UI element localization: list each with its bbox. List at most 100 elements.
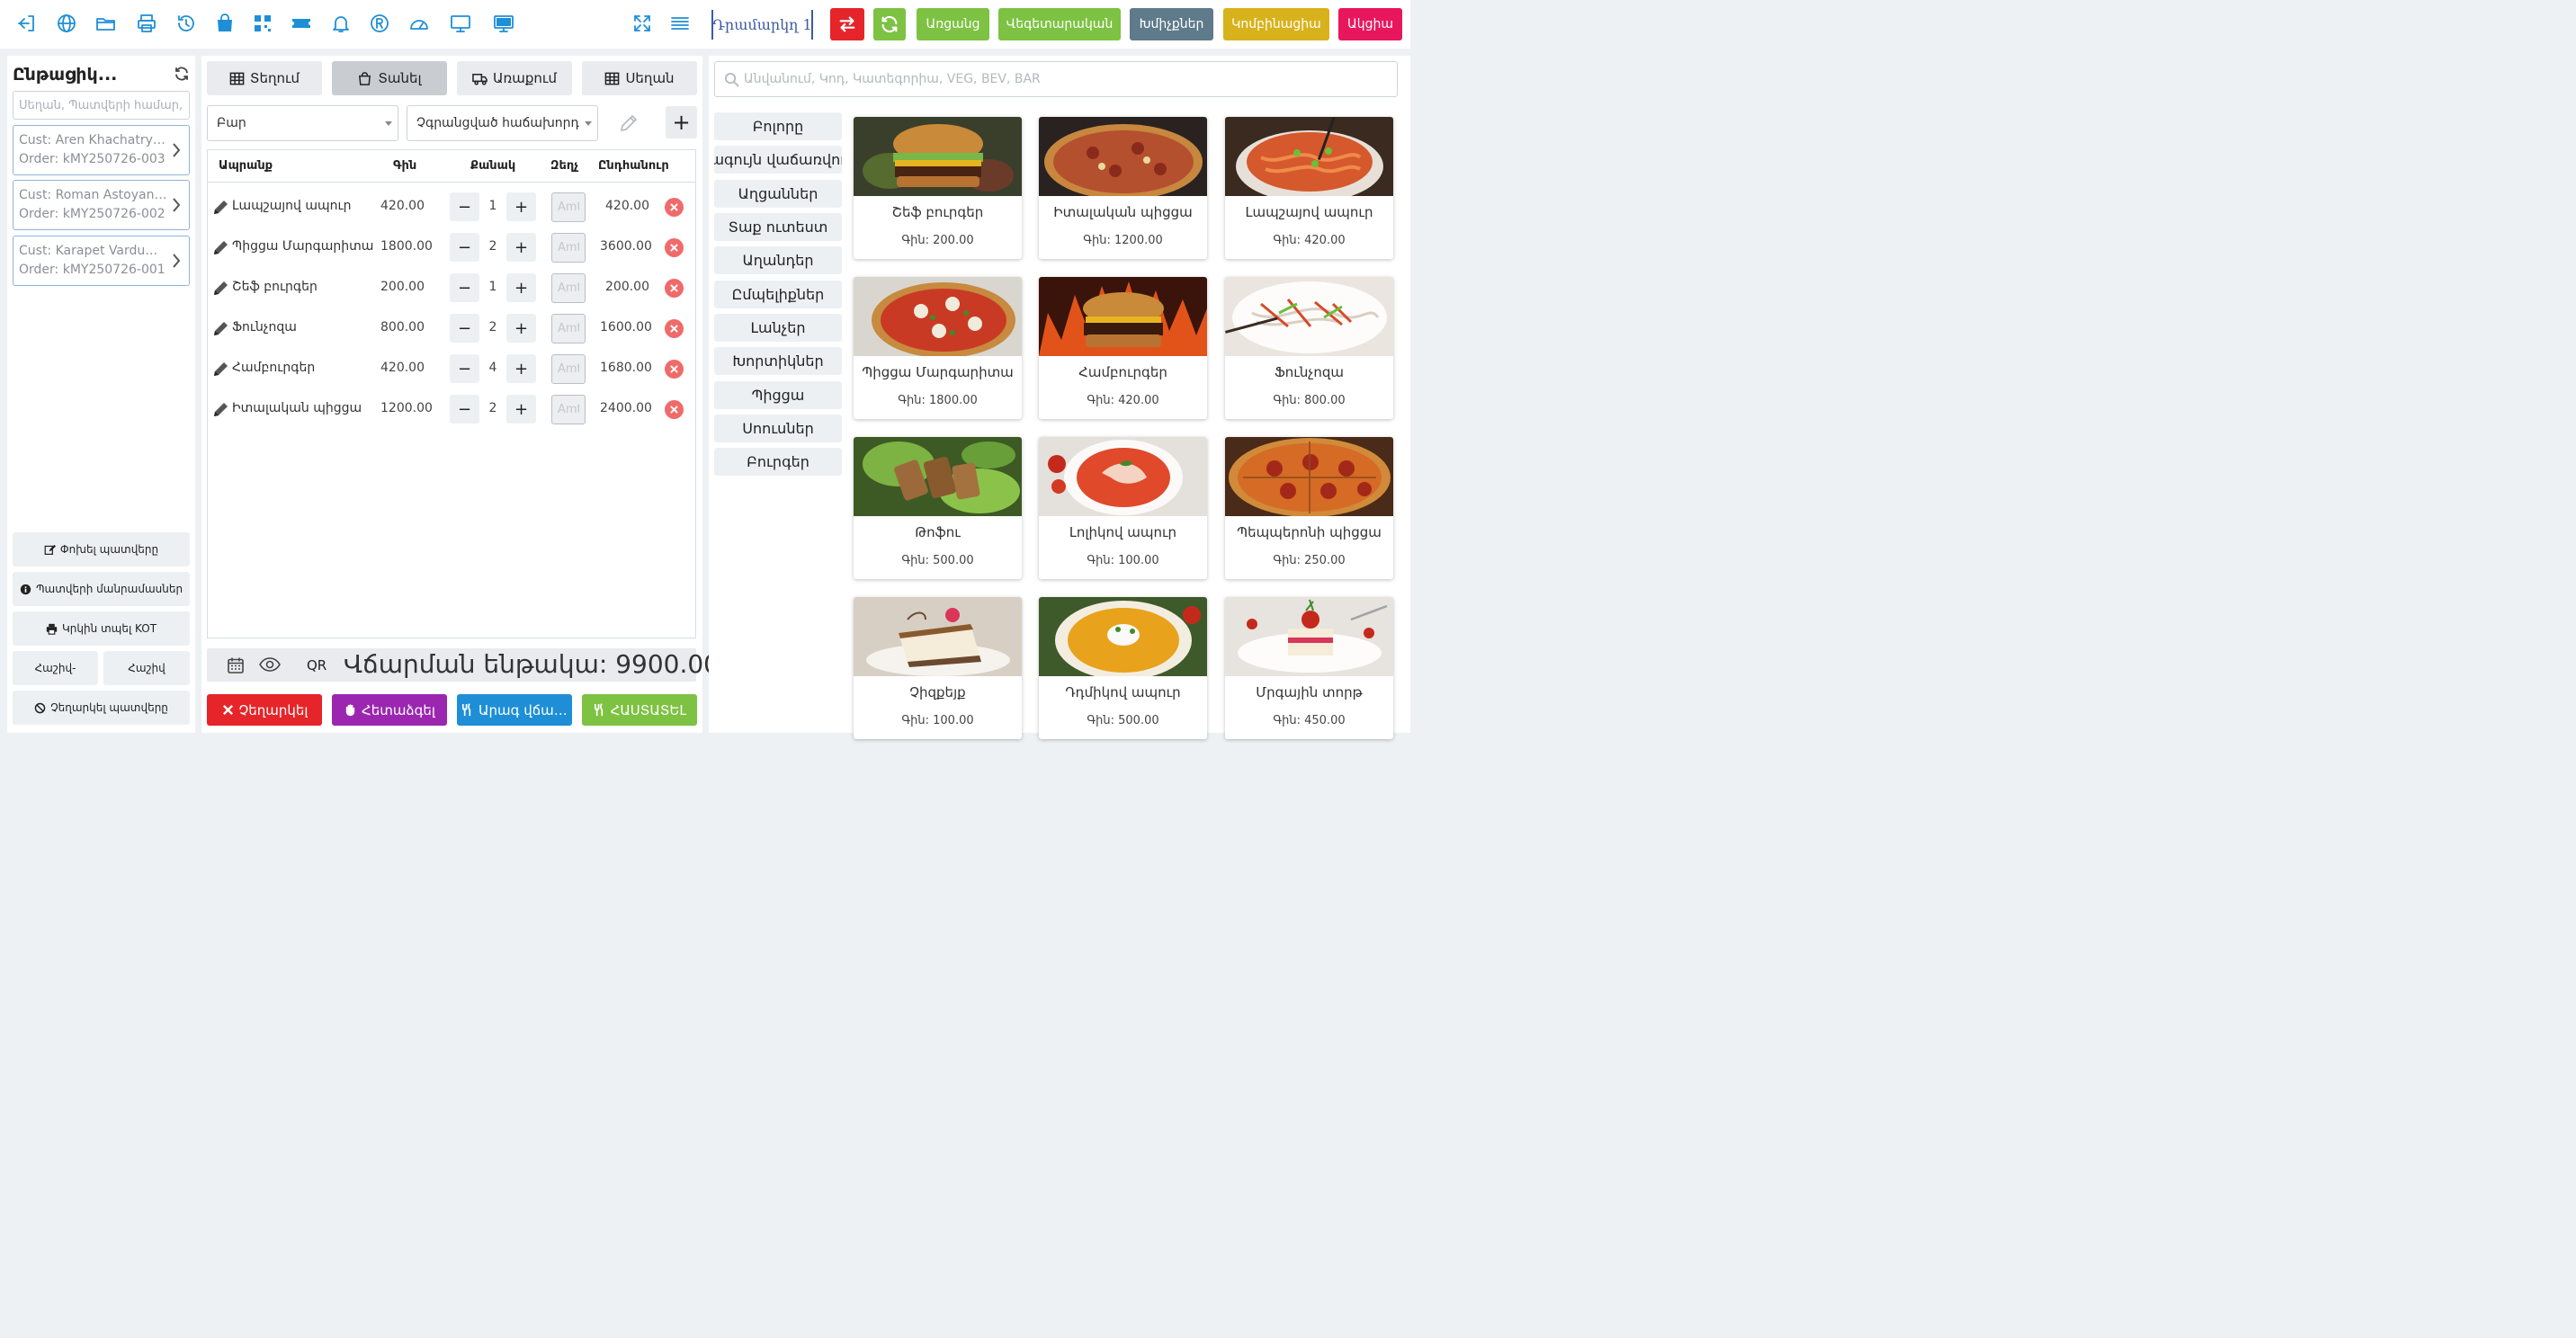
globe-icon[interactable] [55,11,78,36]
category-lunches[interactable]: Լանչեր [714,314,842,342]
calendar-icon[interactable] [227,656,245,674]
discount-input[interactable] [551,354,586,384]
category-desserts[interactable]: Աղանդեր [714,246,842,274]
category-all[interactable]: Բոլորը [714,112,842,140]
cancel-order-button[interactable]: Չեղարկել պատվերը [13,691,190,725]
category-pizza[interactable]: Պիցցա [714,381,842,409]
pencil-icon[interactable] [211,197,231,217]
registered-icon[interactable] [368,11,391,36]
edit-customer-button[interactable] [615,110,642,137]
category-salads[interactable]: Աղցաններ [714,180,842,208]
add-customer-button[interactable]: + [666,106,697,138]
bill-button[interactable]: Հաշիվ [103,651,190,685]
category-snacks[interactable]: Խորտիկներ [714,347,842,375]
discount-input[interactable] [551,314,586,343]
swap-button[interactable] [830,8,864,40]
hold-button[interactable]: Հետաձգել [332,694,447,726]
remove-item-button[interactable] [665,279,684,298]
product-card[interactable]: Պիցցա Մարգարիտա Գին: 1800.00 [854,277,1022,419]
online-button[interactable]: Առցանց [917,8,989,40]
tab-table[interactable]: Սեղան [582,61,697,95]
product-card[interactable]: Թոֆու Գին: 500.00 [854,437,1022,579]
increase-qty-button[interactable]: + [506,233,536,262]
product-card[interactable]: Ֆունչոզա Գին: 800.00 [1225,277,1393,419]
category-sauces[interactable]: Սոուսներ [714,415,842,442]
decrease-qty-button[interactable]: − [450,273,479,302]
menu-search-input[interactable] [744,62,1391,96]
qr-code-icon[interactable] [251,11,274,36]
tab-take-away[interactable]: Տանել [332,61,447,95]
remove-item-button[interactable] [665,400,684,419]
eye-icon[interactable] [259,656,281,673]
product-card[interactable]: Շեֆ բուրգեր Գին: 200.00 [854,117,1022,259]
drinks-button[interactable]: Խմիչքներ [1130,8,1213,40]
sync-button[interactable] [873,8,906,40]
logout-icon[interactable] [15,11,39,36]
tab-delivery[interactable]: Առաքում [457,61,572,95]
increase-qty-button[interactable]: + [506,395,536,424]
monitor-icon[interactable] [449,11,472,36]
shopping-bag-icon[interactable] [213,11,237,36]
pencil-icon[interactable] [211,278,231,298]
refresh-icon[interactable] [174,66,190,82]
discount-input[interactable] [551,233,586,263]
product-card[interactable]: Դդմիկով ապուր Գին: 500.00 [1039,597,1207,739]
qr-button[interactable]: QR [307,657,326,673]
printer-icon[interactable] [135,11,158,36]
history-icon[interactable] [174,11,198,36]
decrease-qty-button[interactable]: − [450,192,479,221]
remove-item-button[interactable] [665,238,684,257]
tab-dine-in[interactable]: Տեղում [207,61,322,95]
increase-qty-button[interactable]: + [506,273,536,302]
modify-order-button[interactable]: Փոխել պատվերը [13,532,190,566]
menu-icon[interactable] [668,11,692,36]
order-search-input[interactable] [13,91,190,120]
waiter-select[interactable]: Բար [207,105,398,141]
product-card[interactable]: Իտալական պիցցա Գին: 1200.00 [1039,117,1207,259]
increase-qty-button[interactable]: + [506,314,536,343]
order-card[interactable]: Cust: Roman Astoyan +... Order: kMY25072… [13,180,190,230]
increase-qty-button[interactable]: + [506,354,536,383]
reprint-kot-button[interactable]: Կրկին տպել KOT [13,611,190,646]
vegetarian-button[interactable]: Վեգետարական [998,8,1121,40]
decrease-qty-button[interactable]: − [450,314,479,343]
fullscreen-icon[interactable] [631,11,654,36]
decrease-qty-button[interactable]: − [450,233,479,262]
promo-button[interactable]: Ակցիա [1338,8,1402,40]
discount-input[interactable] [551,192,586,222]
ticket-icon[interactable] [290,11,313,36]
pencil-icon[interactable] [211,359,231,379]
product-card[interactable]: Չիզքեյք Գին: 100.00 [854,597,1022,739]
bill-minus-button[interactable]: Հաշիվ- [13,651,98,685]
decrease-qty-button[interactable]: − [450,354,479,383]
dashboard-gauge-icon[interactable] [407,11,431,36]
decrease-qty-button[interactable]: − [450,395,479,424]
order-card[interactable]: Cust: Aren Khachatryan Order: kMY250726-… [13,125,190,175]
pencil-icon[interactable] [211,399,231,419]
customer-display-icon[interactable] [492,11,515,36]
order-details-button[interactable]: Պատվերի մանրամասներ [13,572,190,606]
remove-item-button[interactable] [665,360,684,379]
discount-input[interactable] [551,273,586,303]
pencil-icon[interactable] [211,318,231,338]
category-burgers[interactable]: Բուրգեր [714,448,842,476]
category-drinks[interactable]: Ըմպելիքներ [714,281,842,308]
product-card[interactable]: Մրգային տորթ Գին: 450.00 [1225,597,1393,739]
quick-pay-button[interactable]: Արագ վճարում [457,694,572,726]
product-card[interactable]: Լապշայով ապուր Գին: 420.00 [1225,117,1393,259]
product-card[interactable]: Լոլիկով ապուր Գին: 100.00 [1039,437,1207,579]
confirm-button[interactable]: ՀԱՍՏԱՏԵԼ [582,694,697,726]
remove-item-button[interactable] [665,198,684,217]
cancel-button[interactable]: Չեղարկել [207,694,322,726]
order-card[interactable]: Cust: Karapet Vardumyan Order: kMY250726… [13,236,190,286]
folder-icon[interactable] [94,11,118,36]
discount-input[interactable] [551,395,586,424]
product-card[interactable]: Պեպպերոնի պիցցա Գին: 250.00 [1225,437,1393,579]
combo-button[interactable]: Կոմբինացիա [1223,8,1329,40]
customer-select[interactable]: Չգրանցված հաճախորդ [407,105,598,141]
product-card[interactable]: Համբուրգեր Գին: 420.00 [1039,277,1207,419]
pencil-icon[interactable] [211,237,231,257]
bell-icon[interactable] [329,11,353,36]
remove-item-button[interactable] [665,319,684,338]
increase-qty-button[interactable]: + [506,192,536,221]
